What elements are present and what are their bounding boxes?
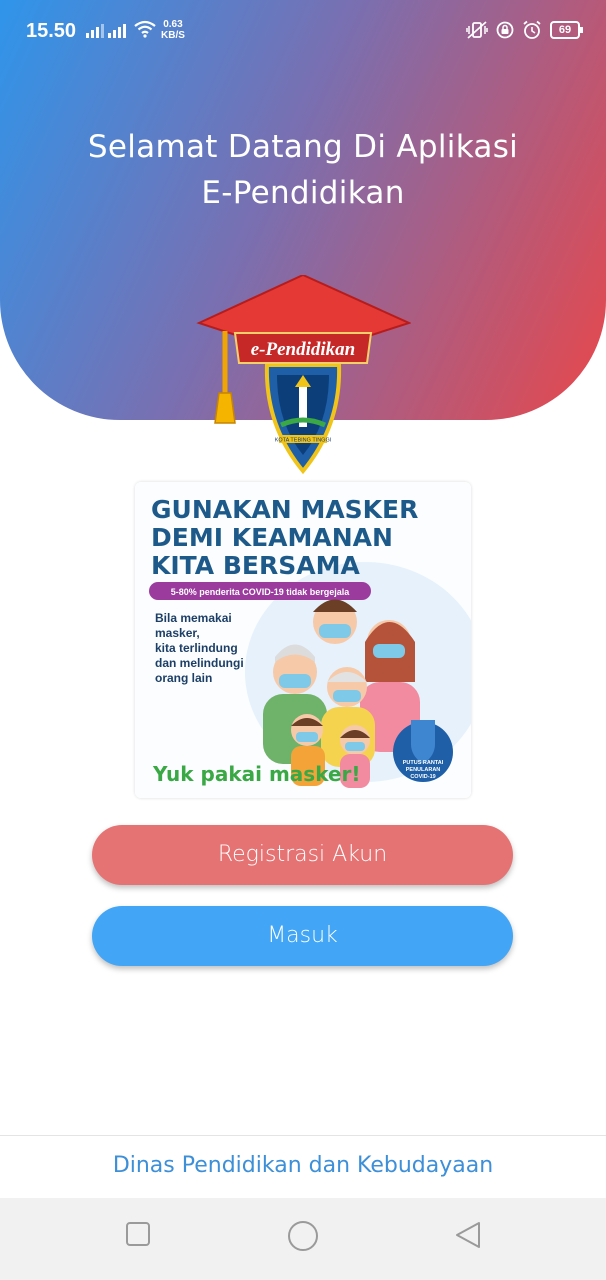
speed-value: 0.63	[163, 19, 183, 30]
network-speed: 0.63 KB/S	[161, 19, 185, 41]
banner-pill-text: 5-80% penderita COVID-19 tidak bergejala	[171, 587, 351, 597]
emblem-text: KOTA TEBING TINGGI	[275, 438, 332, 444]
banner-headline-1: GUNAKAN MASKER	[151, 495, 418, 524]
banner-body-1: Bila memakai	[155, 611, 232, 625]
badge-text-1: PUTUS RANTAI	[403, 760, 444, 766]
app-logo: KOTA TEBING TINGGI e-Pendidikan	[196, 275, 411, 475]
signal-icon	[86, 22, 104, 38]
banner-body-5: orang lain	[155, 671, 212, 685]
alarm-icon	[523, 20, 541, 39]
vibrate-icon	[466, 21, 488, 39]
home-icon[interactable]	[287, 1220, 319, 1252]
lock-rotation-icon	[496, 21, 514, 39]
banner-cta: Yuk pakai masker!	[152, 762, 361, 786]
badge-text-2: PENULARAN	[406, 767, 441, 773]
welcome-line-2: E-Pendidikan	[201, 175, 405, 211]
banner-body-3: kita terlindung	[155, 641, 238, 655]
register-account-button[interactable]: Registrasi Akun	[92, 825, 513, 885]
welcome-title: Selamat Datang Di Aplikasi E-Pendidikan	[0, 124, 606, 216]
tassel	[214, 392, 236, 424]
footer-divider	[0, 1135, 606, 1136]
welcome-line-1: Selamat Datang Di Aplikasi	[87, 129, 519, 165]
status-bar: 15.50 0.63 KB/S 69	[0, 0, 606, 44]
wifi-icon	[134, 20, 156, 38]
banner-body-2: masker,	[155, 626, 200, 640]
status-time: 15.50	[26, 20, 77, 42]
signal-icon	[108, 22, 126, 38]
speed-unit: KB/S	[161, 30, 185, 41]
covid-mask-banner: GUNAKAN MASKER DEMI KEAMANAN KITA BERSAM…	[135, 482, 471, 798]
back-icon[interactable]	[453, 1220, 483, 1250]
system-nav-bar	[0, 1198, 606, 1280]
banner-body-4: dan melindungi	[155, 656, 244, 670]
badge-text-3: COVID-19	[410, 774, 435, 780]
battery-icon: 69	[550, 21, 583, 39]
footer-agency-name: Dinas Pendidikan dan Kebudayaan	[112, 1153, 494, 1178]
recent-apps-icon[interactable]	[124, 1220, 152, 1248]
logo-text: e-Pendidikan	[251, 339, 356, 360]
banner-headline-3: KITA BERSAMA	[151, 551, 360, 580]
login-button[interactable]: Masuk	[92, 906, 513, 966]
banner-headline-2: DEMI KEAMANAN	[151, 523, 393, 552]
